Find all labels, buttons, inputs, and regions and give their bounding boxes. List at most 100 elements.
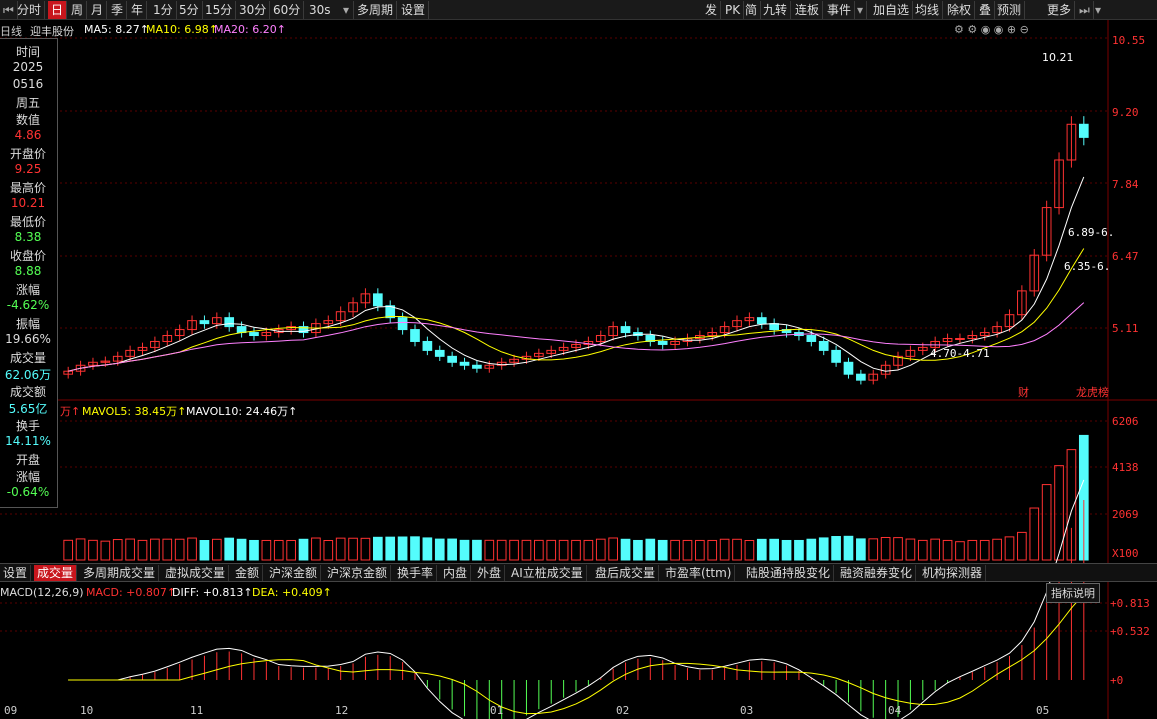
- indicator-tab[interactable]: 陆股通持股变化: [743, 565, 835, 581]
- volume-bar: [744, 540, 755, 561]
- volume-bar: [1029, 507, 1040, 561]
- volume-bar: [335, 537, 346, 561]
- volume-tick: 4138: [1112, 461, 1139, 474]
- volume-bar: [806, 538, 817, 561]
- macd-tick: +0.813: [1110, 597, 1150, 610]
- macd-value: MACD: +0.807↑: [86, 586, 177, 599]
- price-tick: 10.55: [1112, 34, 1145, 47]
- candle-body: [459, 361, 470, 366]
- indicator-tab[interactable]: AI立桩成交量: [508, 565, 587, 581]
- volume-bar: [298, 538, 309, 561]
- ma10-label: MA10: 6.98↑: [146, 23, 218, 36]
- candle-body: [769, 323, 780, 331]
- info-value: 62.06万: [4, 368, 52, 382]
- diff-value: DIFF: +0.813↑: [172, 586, 253, 599]
- volume-bar: [571, 539, 581, 561]
- volume-bar: [174, 538, 185, 561]
- indicator-tab[interactable]: 多周期成交量: [80, 565, 160, 581]
- volume-bar: [670, 539, 680, 561]
- indicator-tab[interactable]: 设置: [0, 565, 32, 581]
- vol-unit: 万↑: [60, 405, 81, 418]
- volume-bar: [620, 538, 631, 561]
- month-tick: 05: [1036, 704, 1049, 717]
- volume-bar: [979, 539, 990, 561]
- volume-bar: [534, 539, 544, 561]
- info-label: 周五: [15, 96, 40, 110]
- indicator-tab[interactable]: 外盘: [474, 565, 506, 581]
- dea-line: [68, 593, 1085, 715]
- longhu-badge[interactable]: 龙虎榜: [1076, 384, 1109, 400]
- info-value: 10.21: [10, 196, 46, 210]
- candle-body: [657, 340, 668, 345]
- volume-bar: [236, 538, 247, 561]
- volume-bar: [112, 539, 123, 561]
- indicator-tab[interactable]: 沪深金额: [266, 565, 322, 581]
- indicator-tab[interactable]: 内盘: [440, 565, 472, 581]
- info-label: 开盘: [15, 453, 40, 467]
- annot-band1: 6.89-6.: [1068, 226, 1115, 239]
- ma5-label: MA5: 8.27↑: [84, 23, 149, 36]
- indicator-tab[interactable]: 虚拟成交量: [162, 565, 230, 581]
- volume-bar: [496, 539, 507, 561]
- indicator-tab[interactable]: 盘后成交量: [592, 565, 660, 581]
- candle-body: [955, 337, 965, 340]
- volume-bar: [75, 538, 86, 561]
- info-panel: 时间 2025 0516 周五 数值 4.86 开盘价 9.25 最高价 10.21 最低价 8.38…: [0, 38, 58, 508]
- volume-bar: [1004, 536, 1015, 561]
- info-label: 开盘价: [9, 147, 46, 161]
- volume-bar: [831, 536, 841, 561]
- volume-tick: X100: [1112, 547, 1139, 560]
- price-tick: 6.47: [1112, 250, 1139, 263]
- volume-bar: [583, 539, 594, 561]
- header-icons[interactable]: ⚙ ⚙ ◉ ◉ ⊕ ⊖: [954, 23, 1029, 36]
- indicator-tab[interactable]: 市盈率(ttm): [662, 565, 736, 581]
- volume-bar: [695, 539, 705, 561]
- month-tick: 10: [80, 704, 93, 717]
- volume-bar: [249, 539, 259, 561]
- mavol5-label: MAVOL5: 38.45万↑: [82, 405, 187, 418]
- volume-bar: [150, 538, 160, 561]
- info-label: 换手: [15, 419, 40, 433]
- volume-bar: [868, 538, 879, 561]
- volume-bar: [707, 539, 718, 561]
- volume-bar: [967, 539, 978, 561]
- volume-bar: [719, 538, 730, 561]
- candle-body: [372, 293, 383, 307]
- indicator-tab[interactable]: 沪深京金额: [324, 565, 392, 581]
- info-label: 涨幅: [15, 470, 40, 484]
- indicator-help-button[interactable]: 指标说明: [1046, 583, 1100, 603]
- indicator-tab[interactable]: 融资融券变化: [837, 565, 917, 581]
- volume-bar: [323, 540, 334, 561]
- stock-name: 迎丰股份: [30, 25, 74, 38]
- volume-bar: [410, 536, 420, 561]
- indicator-tab[interactable]: 金额: [232, 565, 264, 581]
- volume-bar: [917, 539, 928, 561]
- volume-bar: [633, 539, 643, 561]
- info-label: 收盘价: [9, 249, 46, 263]
- info-value: 19.66%: [5, 332, 51, 346]
- candle-body: [434, 349, 445, 357]
- volume-bar: [732, 538, 742, 561]
- info-label: 振幅: [15, 317, 40, 331]
- candle-body: [843, 361, 854, 375]
- month-tick: 12: [335, 704, 348, 717]
- month-tick: 01: [490, 704, 503, 717]
- volume-bar: [385, 536, 396, 561]
- indicator-tabs: 设置 成交量 多周期成交量 虚拟成交量 金额 沪深金额 沪深京金额 换手率 内盘 外盘 AI立桩成交…: [0, 563, 1157, 582]
- volume-bar: [187, 537, 197, 561]
- volume-bar: [756, 538, 767, 561]
- cai-badge[interactable]: 财: [1018, 384, 1029, 400]
- volume-bar: [100, 540, 111, 561]
- candle-body: [236, 326, 247, 334]
- indicator-tab[interactable]: 成交量: [34, 565, 78, 581]
- indicator-tab[interactable]: 换手率: [394, 565, 438, 581]
- candle-body: [224, 317, 235, 328]
- volume-bar: [893, 537, 903, 561]
- candle-body: [199, 320, 210, 325]
- volume-bar: [682, 539, 693, 561]
- volume-bar: [348, 537, 358, 561]
- info-value: 5.65亿: [8, 402, 48, 416]
- candle-body: [410, 329, 420, 342]
- dea-value: DEA: +0.409↑: [252, 586, 332, 599]
- indicator-tab[interactable]: 机构探测器: [919, 565, 987, 581]
